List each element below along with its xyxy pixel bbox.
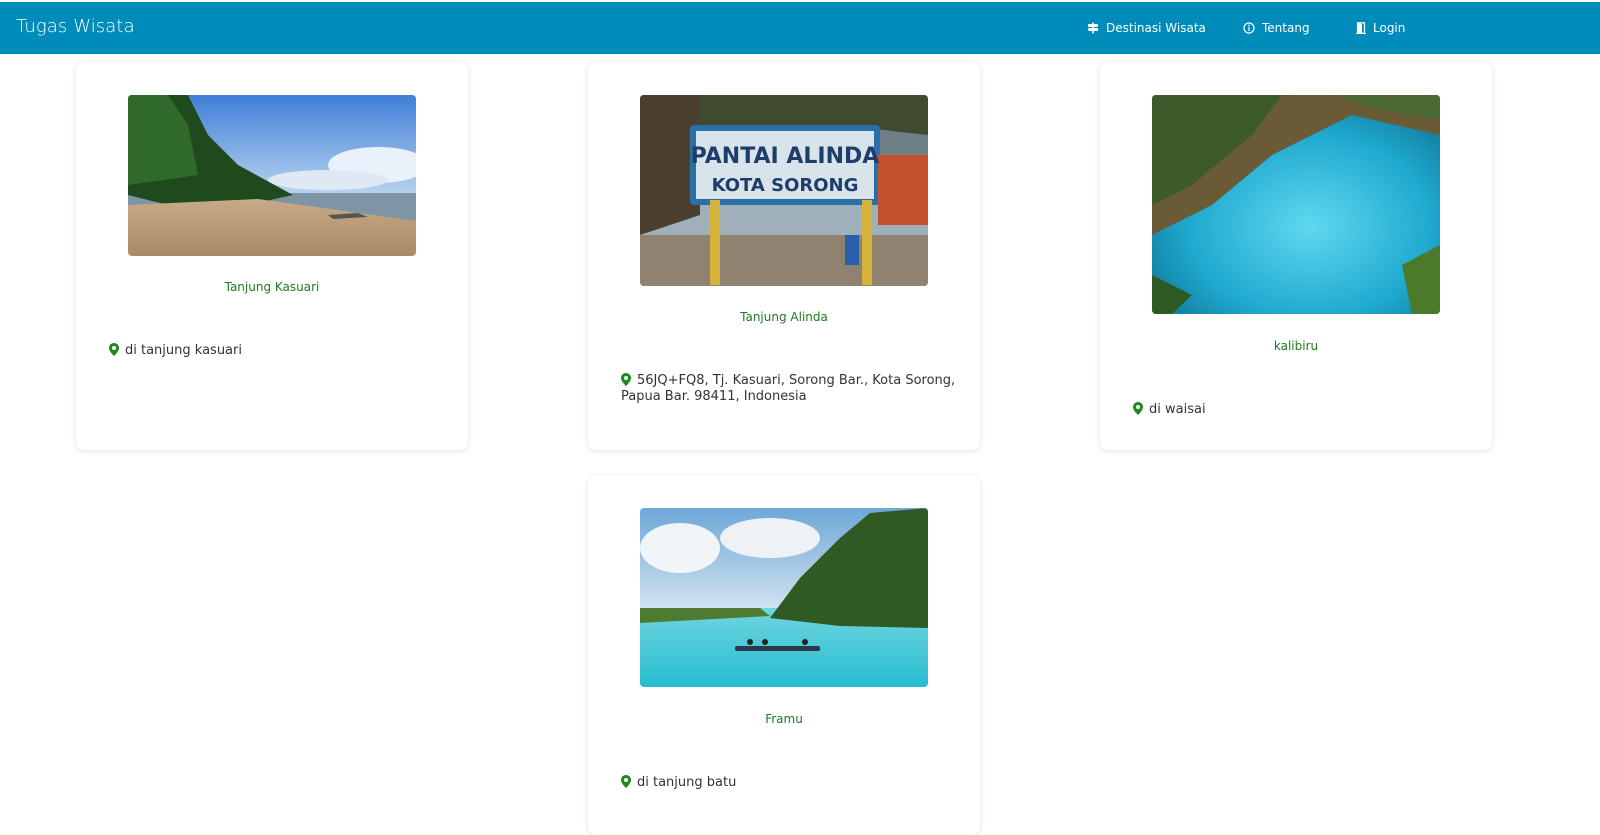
river-canoe-photo[interactable] xyxy=(640,508,928,687)
card-location-text: 56JQ+FQ8, Tj. Kasuari, Sorong Bar., Kota… xyxy=(621,373,956,404)
map-pin-icon xyxy=(109,343,119,356)
nav-destinasi-wisata-label: Destinasi Wisata xyxy=(1106,21,1206,35)
card-title[interactable]: Framu xyxy=(588,712,980,726)
pantai-alinda-sign-photo[interactable]: PANTAI ALINDA KOTA SORONG xyxy=(640,95,928,286)
destination-card[interactable]: Framu di tanjung batu xyxy=(588,475,980,835)
destination-card[interactable]: Tanjung Kasuari di tanjung kasuari xyxy=(76,62,468,450)
card-location: di waisai xyxy=(1133,402,1470,418)
card-location: di tanjung kasuari xyxy=(109,343,446,359)
nav-destinasi-wisata[interactable]: Destinasi Wisata xyxy=(1087,2,1206,54)
map-pin-icon xyxy=(621,775,631,788)
signpost-icon xyxy=(1087,22,1099,34)
destination-card[interactable]: kalibiru di waisai xyxy=(1100,62,1492,450)
brand-title[interactable]: Tugas Wisata xyxy=(16,16,135,37)
card-title[interactable]: Tanjung Kasuari xyxy=(76,280,468,294)
card-location-text: di tanjung batu xyxy=(637,775,737,790)
card-location-text: di tanjung kasuari xyxy=(125,343,242,358)
beach-photo[interactable] xyxy=(128,95,416,256)
navbar: Tugas Wisata Destinasi Wisata Tentang Lo… xyxy=(0,2,1600,54)
nav-login[interactable]: Login xyxy=(1356,2,1405,54)
door-icon xyxy=(1356,22,1366,34)
svg-text:PANTAI ALINDA: PANTAI ALINDA xyxy=(691,144,880,169)
card-location-text: di waisai xyxy=(1149,402,1206,417)
card-location: di tanjung batu xyxy=(621,775,958,791)
card-location: 56JQ+FQ8, Tj. Kasuari, Sorong Bar., Kota… xyxy=(621,373,958,405)
map-pin-icon xyxy=(621,373,631,386)
map-pin-icon xyxy=(1133,402,1143,415)
destination-card[interactable]: PANTAI ALINDA KOTA SORONG Tanjung Alinda… xyxy=(588,62,980,450)
nav-tentang-label: Tentang xyxy=(1262,21,1310,35)
blue-river-photo[interactable] xyxy=(1152,95,1440,314)
card-title[interactable]: kalibiru xyxy=(1100,339,1492,353)
svg-text:KOTA SORONG: KOTA SORONG xyxy=(712,175,859,196)
card-title[interactable]: Tanjung Alinda xyxy=(588,310,980,324)
nav-tentang[interactable]: Tentang xyxy=(1243,2,1310,54)
info-icon xyxy=(1243,22,1255,34)
nav-login-label: Login xyxy=(1373,21,1406,35)
